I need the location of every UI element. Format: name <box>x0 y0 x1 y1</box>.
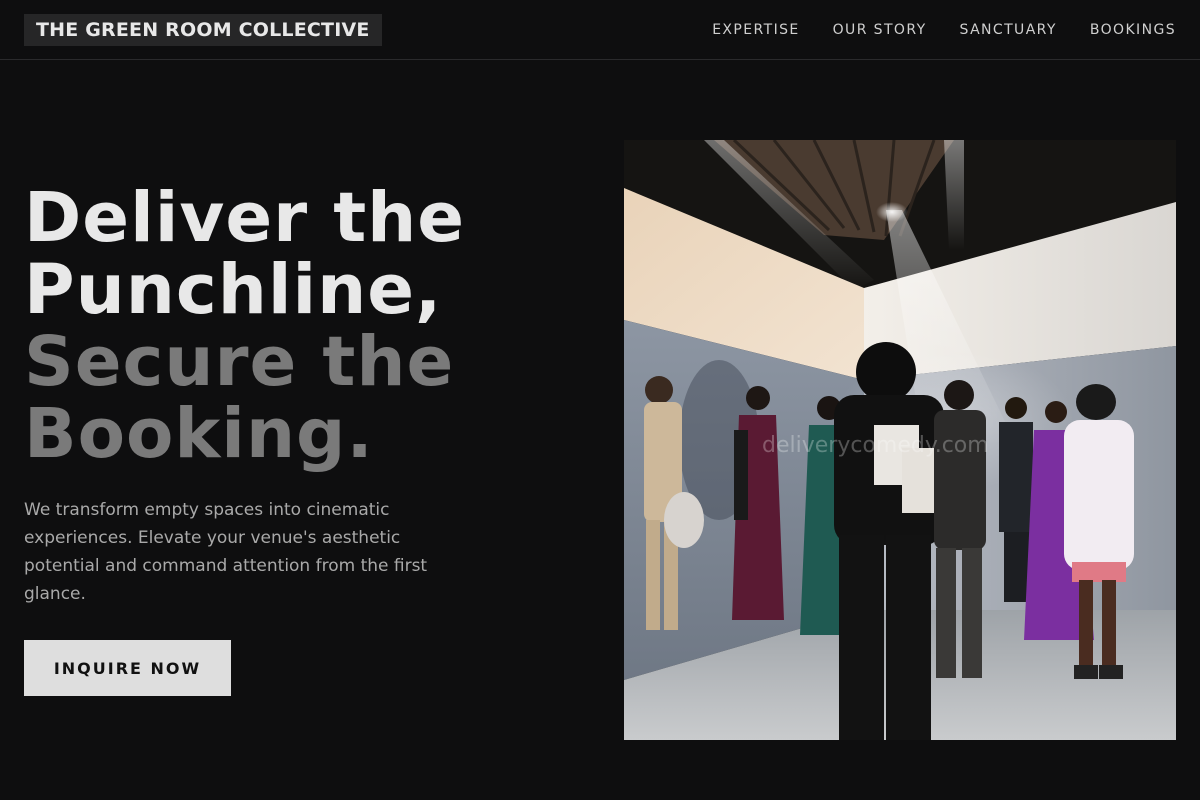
hero-subtitle: We transform empty spaces into cinematic… <box>24 500 428 604</box>
hero-title-line: Deliver the <box>24 178 466 258</box>
inquire-now-button[interactable]: INQUIRE NOW <box>24 640 231 696</box>
hero-image: deliverycomedy.com <box>624 140 1176 740</box>
person-figure <box>834 342 944 740</box>
image-watermark: deliverycomedy.com <box>762 433 989 458</box>
site-header: THE GREEN ROOM COLLECTIVE EXPERTISE OUR … <box>0 0 1200 60</box>
hero-title-line: Secure the <box>24 322 455 402</box>
hero-title-line: Punchline, <box>24 250 443 330</box>
nav-link-expertise[interactable]: EXPERTISE <box>712 22 799 38</box>
nav-link-bookings[interactable]: BOOKINGS <box>1090 22 1176 38</box>
brand-logo-link[interactable]: THE GREEN ROOM COLLECTIVE <box>24 14 382 46</box>
hero-scene-illustration: deliverycomedy.com <box>624 140 1176 740</box>
hero-title: Deliver the Punchline, Secure the Bookin… <box>24 182 465 470</box>
nav-link-sanctuary[interactable]: SANCTUARY <box>960 22 1057 38</box>
hero-title-line: Booking. <box>24 394 374 474</box>
spotlight-glow <box>876 202 908 222</box>
nav-link-our-story[interactable]: OUR STORY <box>833 22 927 38</box>
person-figure <box>732 386 784 620</box>
main-nav: EXPERTISE OUR STORY SANCTUARY BOOKINGS <box>679 0 1176 60</box>
